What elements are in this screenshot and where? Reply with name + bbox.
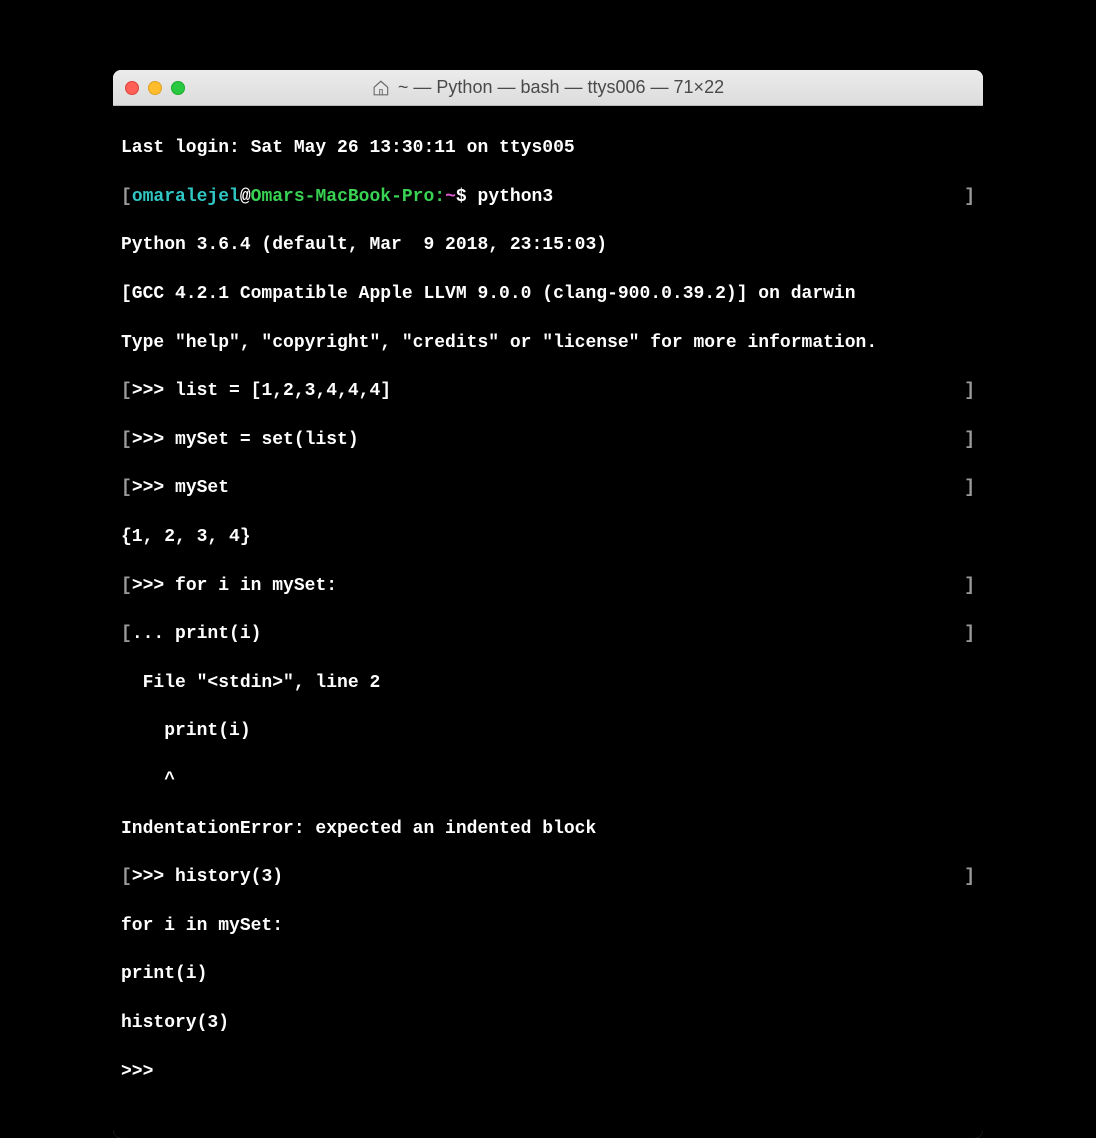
repl-input: mySet (175, 478, 229, 498)
terminal-line: history(3) (121, 1011, 975, 1035)
repl-cont-prompt: ... (132, 624, 175, 644)
terminal-line: [>>> for i in mySet:] (121, 574, 975, 598)
terminal-line: [>>> mySet] (121, 476, 975, 500)
terminal-line: print(i) (121, 962, 975, 986)
maximize-button[interactable] (171, 81, 185, 95)
repl-input: history(3) (175, 867, 283, 887)
terminal-line: {1, 2, 3, 4} (121, 525, 975, 549)
terminal-line: [omaralejel@Omars-MacBook-Pro:~$ python3… (121, 185, 975, 209)
traceback-caret: ^ (121, 768, 175, 792)
repl-input: mySet = set(list) (175, 430, 359, 450)
titlebar[interactable]: ~ — Python — bash — ttys006 — 71×22 (113, 70, 983, 106)
prompt-dollar: $ (456, 187, 467, 207)
error-text: IndentationError: expected an indented b… (121, 817, 596, 841)
home-icon (372, 79, 390, 97)
terminal-line: Python 3.6.4 (default, Mar 9 2018, 23:15… (121, 233, 975, 257)
bracket-close: ] (964, 574, 975, 598)
prompt-at: @ (240, 187, 251, 207)
bracket-close: ] (964, 622, 975, 646)
bracket-open: [ (121, 865, 132, 889)
command-text: python3 (467, 187, 553, 207)
terminal-line: [GCC 4.2.1 Compatible Apple LLVM 9.0.0 (… (121, 282, 975, 306)
terminal-line: Last login: Sat May 26 13:30:11 on ttys0… (121, 136, 975, 160)
bracket-open: [ (121, 622, 132, 646)
terminal-line: >>> (121, 1060, 975, 1084)
terminal-line: File "<stdin>", line 2 (121, 671, 975, 695)
repl-prompt: >>> (132, 381, 175, 401)
bracket-close: ] (964, 476, 975, 500)
python-version-text: Python 3.6.4 (default, Mar 9 2018, 23:15… (121, 233, 618, 257)
repl-prompt: >>> (132, 478, 175, 498)
window-title-text: ~ — Python — bash — ttys006 — 71×22 (398, 77, 724, 98)
terminal-line: for i in mySet: (121, 914, 975, 938)
prompt-host: Omars-MacBook-Pro: (251, 187, 445, 207)
repl-input: for i in mySet: (175, 576, 337, 596)
last-login-text: Last login: Sat May 26 13:30:11 on ttys0… (121, 136, 575, 160)
repl-prompt: >>> (132, 867, 175, 887)
traceback-code: print(i) (121, 719, 251, 743)
terminal-line: [>>> list = [1,2,3,4,4,4]] (121, 379, 975, 403)
bracket-open: [ (121, 379, 132, 403)
terminal-line: [>>> history(3)] (121, 865, 975, 889)
repl-prompt: >>> (132, 430, 175, 450)
prompt-path: ~ (445, 187, 456, 207)
history-output: for i in mySet: (121, 914, 283, 938)
minimize-button[interactable] (148, 81, 162, 95)
terminal-window: ~ — Python — bash — ttys006 — 71×22 Last… (113, 70, 983, 1138)
bracket-open: [ (121, 185, 132, 209)
prompt-user: omaralejel (132, 187, 240, 207)
history-output: history(3) (121, 1011, 229, 1035)
terminal-line: print(i) (121, 719, 975, 743)
bracket-close: ] (964, 865, 975, 889)
terminal-line: IndentationError: expected an indented b… (121, 817, 975, 841)
bracket-close: ] (964, 185, 975, 209)
traffic-lights (125, 81, 185, 95)
bracket-open: [ (121, 428, 132, 452)
close-button[interactable] (125, 81, 139, 95)
terminal-line: [... print(i)] (121, 622, 975, 646)
window-title: ~ — Python — bash — ttys006 — 71×22 (372, 77, 724, 98)
history-output: print(i) (121, 962, 207, 986)
python-help-text: Type "help", "copyright", "credits" or "… (121, 331, 877, 355)
repl-prompt: >>> (121, 1060, 164, 1084)
bracket-close: ] (964, 428, 975, 452)
bracket-close: ] (964, 379, 975, 403)
python-gcc-text: [GCC 4.2.1 Compatible Apple LLVM 9.0.0 (… (121, 282, 856, 306)
repl-prompt: >>> (132, 576, 175, 596)
repl-input: print(i) (175, 624, 261, 644)
traceback-file: File "<stdin>", line 2 (121, 671, 380, 695)
bracket-open: [ (121, 476, 132, 500)
repl-input: list = [1,2,3,4,4,4] (175, 381, 391, 401)
terminal-line: ^ (121, 768, 975, 792)
terminal-line: [>>> mySet = set(list)] (121, 428, 975, 452)
bracket-open: [ (121, 574, 132, 598)
repl-output: {1, 2, 3, 4} (121, 525, 251, 549)
terminal-line: Type "help", "copyright", "credits" or "… (121, 331, 975, 355)
terminal-body[interactable]: Last login: Sat May 26 13:30:11 on ttys0… (113, 106, 983, 1138)
